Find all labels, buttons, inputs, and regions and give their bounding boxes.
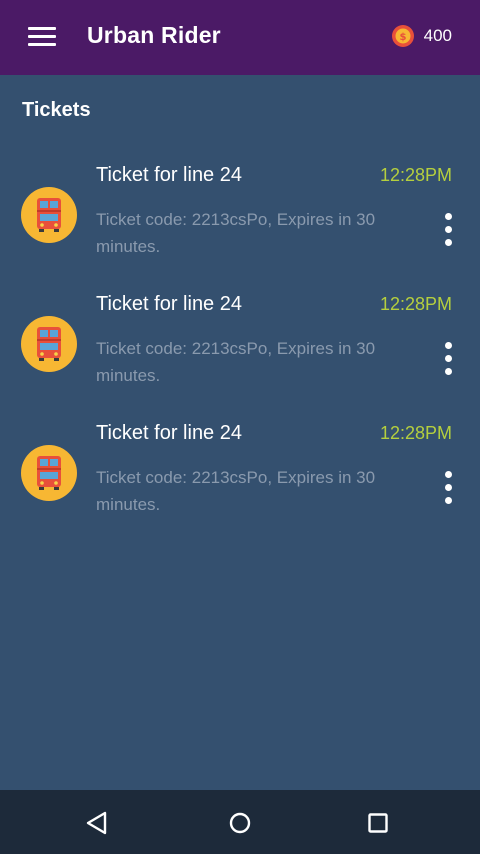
hamburger-menu-icon[interactable] bbox=[28, 26, 56, 48]
back-triangle-icon[interactable] bbox=[84, 810, 110, 836]
ticket-title: Ticket for line 24 bbox=[96, 164, 242, 186]
ticket-description: Ticket code: 2213csPo, Expires in 30 min… bbox=[96, 468, 376, 514]
more-options-icon[interactable] bbox=[438, 468, 460, 508]
svg-text:$: $ bbox=[399, 32, 406, 43]
ticket-time: 12:28PM bbox=[379, 294, 452, 314]
coin-icon: $ bbox=[391, 25, 414, 47]
app-title: Urban Rider bbox=[87, 22, 221, 48]
ticket-list-item[interactable]: Ticket for line 24 12:28PM Ticket code: … bbox=[0, 408, 480, 537]
more-options-icon[interactable] bbox=[438, 339, 460, 379]
more-options-icon[interactable] bbox=[438, 210, 460, 250]
ticket-description: Ticket code: 2213csPo, Expires in 30 min… bbox=[96, 210, 376, 256]
ticket-avatar bbox=[21, 445, 77, 501]
bus-icon bbox=[37, 198, 61, 232]
ticket-list-item[interactable]: Ticket for line 24 12:28PM Ticket code: … bbox=[0, 150, 480, 279]
ticket-list-item[interactable]: Ticket for line 24 12:28PM Ticket code: … bbox=[0, 279, 480, 408]
ticket-time: 12:28PM bbox=[379, 165, 452, 185]
coin-balance-value: 400 bbox=[423, 26, 452, 45]
ticket-title: Ticket for line 24 bbox=[96, 422, 242, 444]
bus-icon bbox=[37, 456, 61, 490]
ticket-description: Ticket code: 2213csPo, Expires in 30 min… bbox=[96, 339, 376, 385]
recents-square-icon[interactable] bbox=[365, 810, 391, 836]
home-circle-icon[interactable] bbox=[227, 810, 253, 836]
app-bar: Urban Rider $ 400 bbox=[0, 0, 480, 75]
system-nav-bar bbox=[0, 790, 480, 854]
bus-icon bbox=[37, 327, 61, 361]
ticket-time: 12:28PM bbox=[379, 423, 452, 443]
ticket-avatar bbox=[21, 187, 77, 243]
ticket-title: Ticket for line 24 bbox=[96, 293, 242, 315]
section-title: Tickets bbox=[22, 99, 91, 121]
coin-balance[interactable]: $ 400 bbox=[391, 25, 452, 47]
ticket-avatar bbox=[21, 316, 77, 372]
